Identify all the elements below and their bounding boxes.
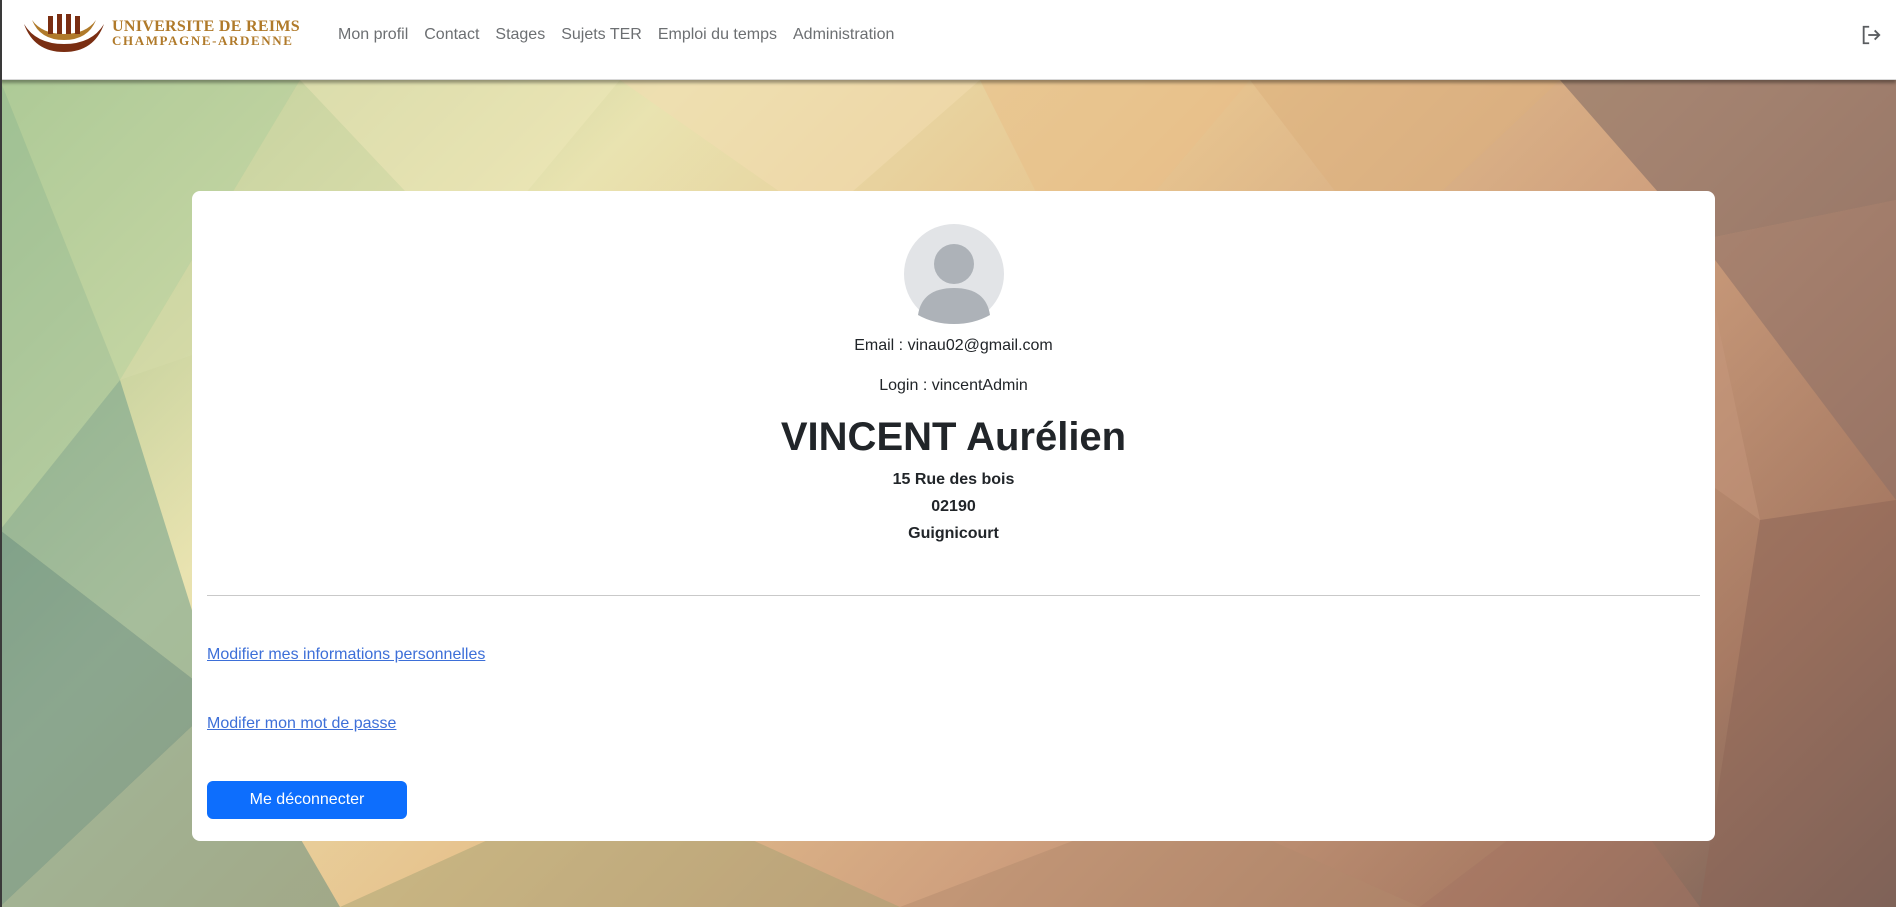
- profile-email: Email : vinau02@gmail.com: [854, 337, 1053, 354]
- nav-item-sujets-ter[interactable]: Sujets TER: [561, 26, 642, 44]
- profile-login: Login : vincentAdmin: [879, 377, 1028, 394]
- logout-button[interactable]: Me déconnecter: [207, 781, 407, 819]
- top-navbar: UNIVERSITE DE REIMS CHAMPAGNE-ARDENNE Mo…: [0, 0, 1896, 80]
- address-city: Guignicourt: [908, 525, 999, 542]
- edit-personal-info-link[interactable]: Modifier mes informations personnelles: [207, 646, 485, 664]
- profile-name: VINCENT Aurélien: [780, 415, 1127, 459]
- address-postcode: 02190: [931, 498, 976, 515]
- brand-line-1: UNIVERSITE DE REIMS: [112, 18, 300, 35]
- nav-item-contact[interactable]: Contact: [424, 26, 479, 44]
- nav-item-stages[interactable]: Stages: [495, 26, 545, 44]
- main-nav: Mon profil Contact Stages Sujets TER Emp…: [338, 26, 910, 44]
- university-logo[interactable]: UNIVERSITE DE REIMS CHAMPAGNE-ARDENNE: [22, 12, 300, 56]
- nav-item-mon-profil[interactable]: Mon profil: [338, 26, 408, 44]
- nav-item-administration[interactable]: Administration: [793, 26, 894, 44]
- nav-item-emploi-du-temps[interactable]: Emploi du temps: [658, 26, 777, 44]
- address-street: 15 Rue des bois: [892, 471, 1015, 488]
- logout-icon[interactable]: [1860, 24, 1882, 46]
- section-divider: [207, 595, 1700, 596]
- profile-card: Email : vinau02@gmail.com Login : vincen…: [192, 191, 1715, 841]
- edit-password-link[interactable]: Modifer mon mot de passe: [207, 715, 396, 733]
- window-edge: [0, 0, 2, 907]
- university-logo-emblem-icon: [24, 14, 104, 52]
- brand-line-2: CHAMPAGNE-ARDENNE: [112, 33, 294, 48]
- user-avatar-icon: [904, 224, 1004, 324]
